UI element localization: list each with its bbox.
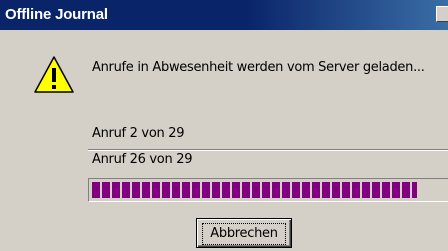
dialog-window: Offline Journal Anrufe in Abwesenheit we… (0, 0, 448, 251)
status-message: Anrufe in Abwesenheit werden vom Server … (92, 60, 425, 75)
progress-line-1: Anruf 2 von 29 (92, 126, 185, 141)
progress-line-2: Anruf 26 von 29 (92, 152, 193, 167)
divider (88, 149, 448, 151)
title-bar[interactable]: Offline Journal (0, 0, 448, 30)
close-button[interactable] (436, 6, 448, 22)
cancel-button[interactable]: Abbrechen (196, 218, 292, 248)
window-title: Offline Journal (5, 6, 108, 23)
warning-icon (34, 56, 74, 93)
progress-fill (92, 182, 417, 198)
cancel-button-label: Abbrechen (202, 223, 286, 245)
progress-bar (88, 178, 448, 202)
